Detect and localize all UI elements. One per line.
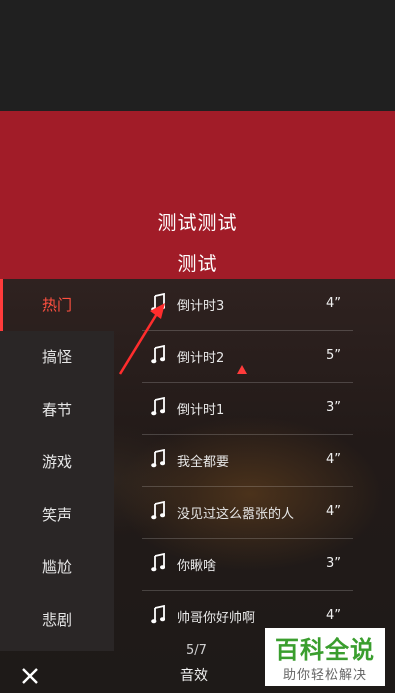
sound-item[interactable]: 倒计时2 5” [142,331,353,383]
category-list-rest: 搞怪 春节 游戏 笑声 尴尬 悲剧 [0,331,114,646]
top-area [0,0,395,111]
music-note-icon [151,605,165,624]
sound-duration: 4” [325,504,341,519]
music-note-icon [151,501,165,520]
sound-duration: 5” [325,348,341,363]
category-tragedy[interactable]: 悲剧 [0,594,114,647]
category-laughter[interactable]: 笑声 [0,489,114,542]
music-note-icon [151,397,165,416]
category-awkward[interactable]: 尴尬 [0,541,114,594]
sound-name: 倒计时3 [177,299,225,314]
banner: 测试测试 测试 [0,111,395,279]
music-note-icon [151,553,165,572]
sound-item[interactable]: 倒计时1 3” [142,383,353,435]
sound-item[interactable]: 倒计时3 4” [142,279,353,331]
sound-name: 帅哥你好帅啊 [177,611,256,626]
music-note-icon [151,449,165,468]
close-icon[interactable] [18,664,42,688]
sound-duration: 3” [325,556,341,571]
category-hot[interactable]: 热门 [0,279,114,331]
sound-item[interactable]: 你瞅啥 3” [142,539,353,591]
sound-list: 倒计时3 4” 倒计时2 5” 倒计时1 3” 我全都要 4” 没见过这么嚣张的… [142,279,353,643]
watermark-subtitle: 助你轻松解决 [282,668,367,683]
sound-duration: 4” [325,452,341,467]
sound-name: 没见过这么嚣张的人 [177,507,295,522]
banner-title: 测试测试 [157,212,238,234]
music-note-icon [151,345,165,364]
sound-name: 倒计时1 [177,403,225,418]
banner-subtitle: 测试 [177,253,218,275]
sound-name: 倒计时2 [177,351,225,366]
category-funny[interactable]: 搞怪 [0,331,114,384]
page-indicator: 5/7 [186,643,207,658]
sound-effects-tab[interactable]: 音效 [180,665,208,685]
music-note-icon [151,293,165,312]
sound-duration: 3” [325,400,341,415]
watermark-title: 百科全说 [275,636,375,664]
sound-duration: 4” [325,608,341,623]
category-spring-festival[interactable]: 春节 [0,384,114,437]
sound-name: 你瞅啥 [177,559,217,574]
triangle-marker-icon [237,365,247,374]
sound-item[interactable]: 没见过这么嚣张的人 4” [142,487,353,539]
category-list: 热门 [0,279,114,331]
sound-duration: 4” [325,296,341,311]
sound-name: 我全都要 [177,455,230,470]
sound-item[interactable]: 我全都要 4” [142,435,353,487]
watermark-logo: 百科全说 助你轻松解决 [265,628,385,686]
category-game[interactable]: 游戏 [0,436,114,489]
